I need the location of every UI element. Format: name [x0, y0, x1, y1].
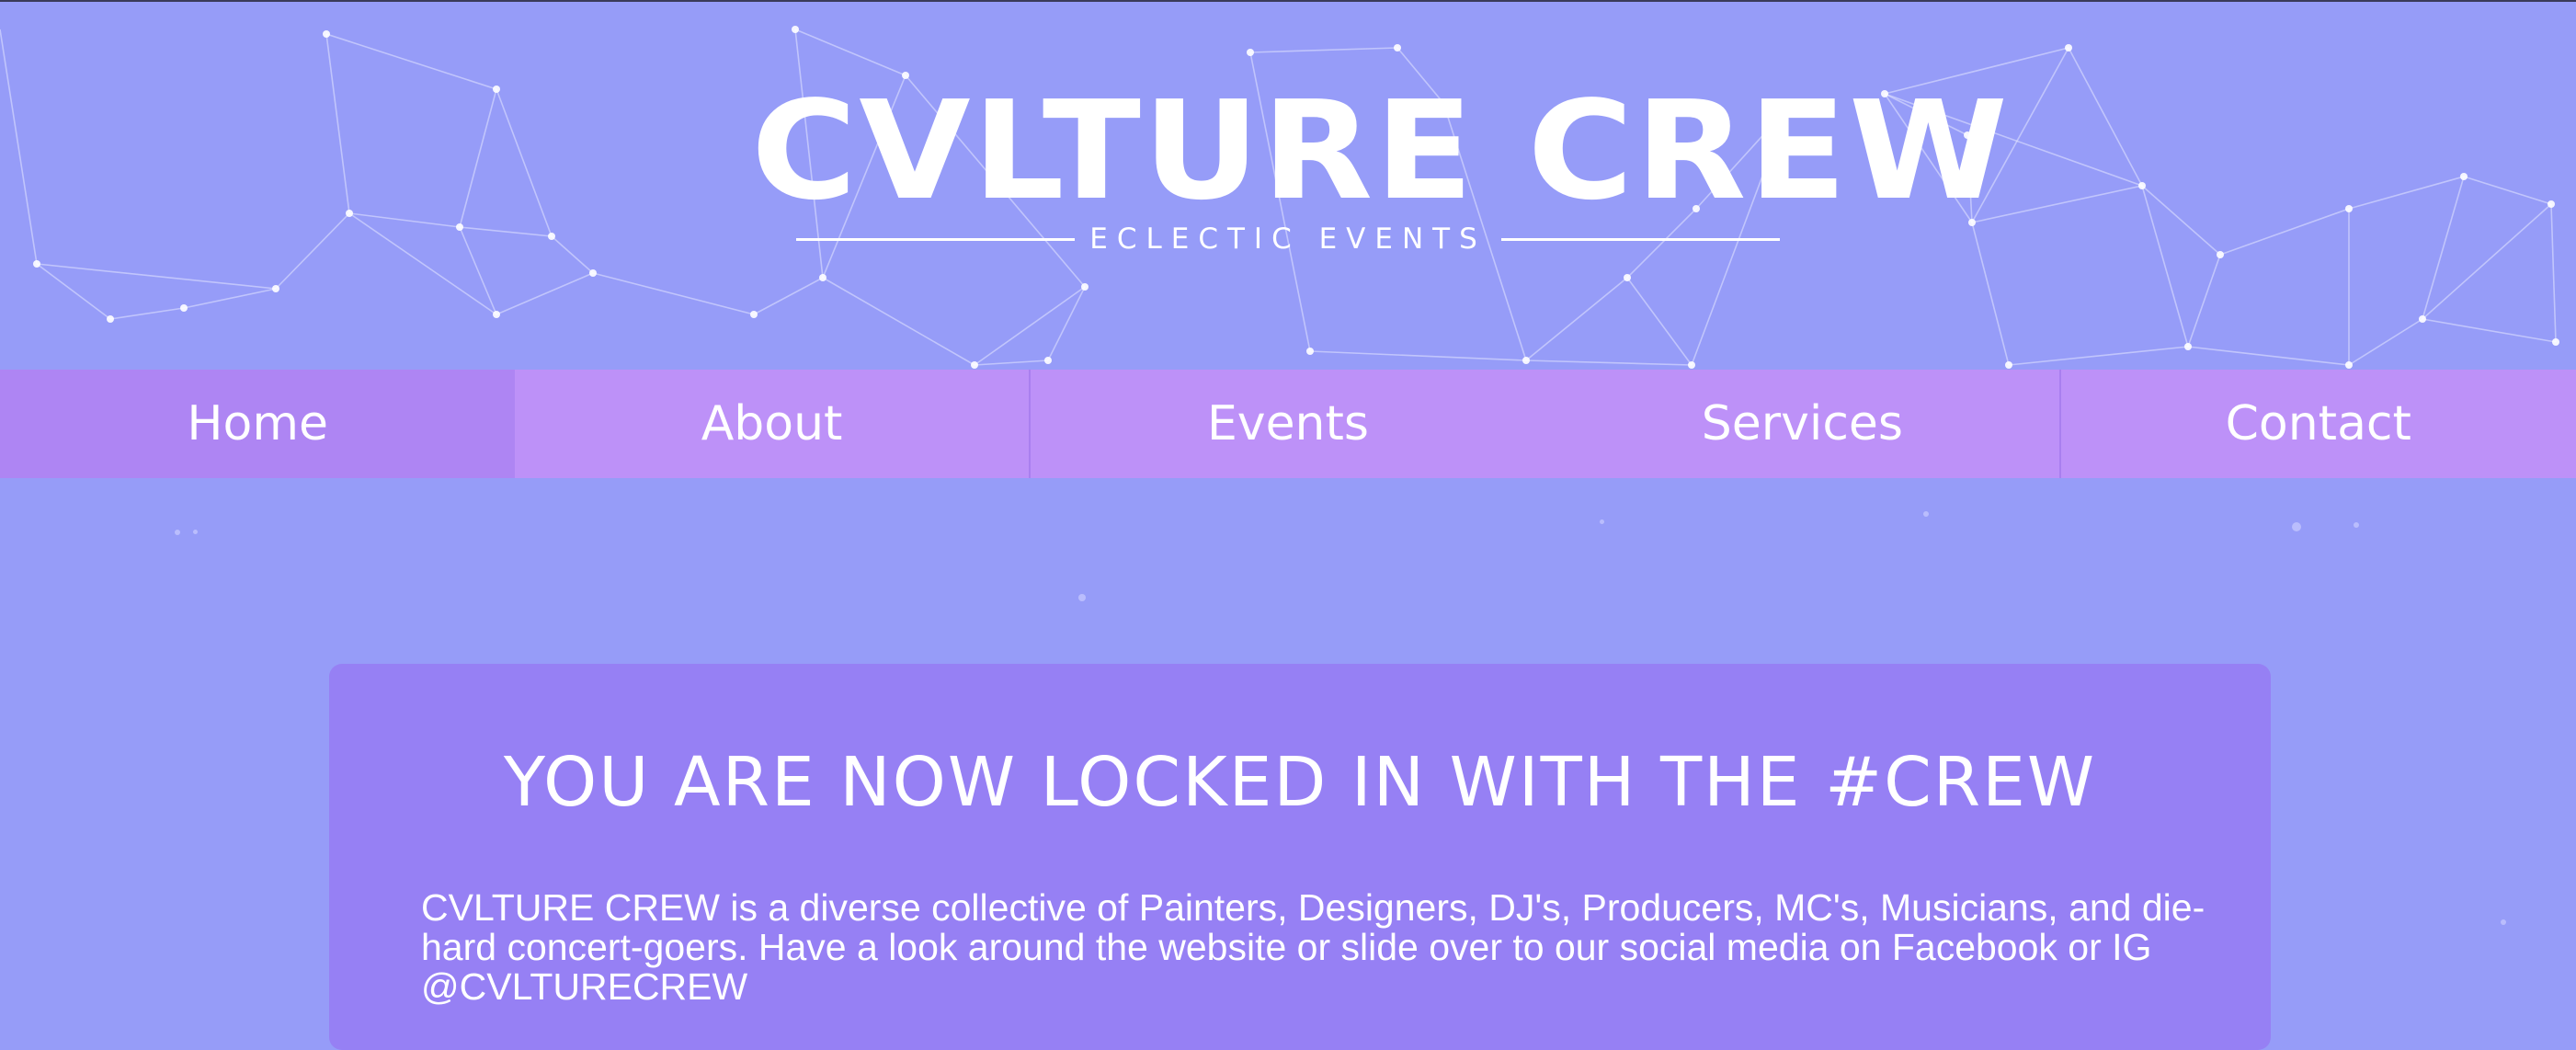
nav-item-home[interactable]: Home	[0, 370, 516, 478]
nav-item-about[interactable]: About	[515, 370, 1031, 478]
logo-rule-right	[1500, 237, 1780, 241]
site-header: CVLTURE CREW ECLECTIC EVENTS	[0, 2, 2576, 370]
logo-subtitle-text: ECLECTIC EVENTS	[1089, 223, 1487, 256]
welcome-heading: YOU ARE NOW LOCKED IN WITH THE #CREW	[503, 743, 2097, 822]
nav-item-contact[interactable]: Contact	[2061, 370, 2576, 478]
background-particle	[1600, 519, 1604, 524]
nav-item-events[interactable]: Events	[1031, 370, 1545, 478]
logo-subtitle: ECLECTIC EVENTS	[796, 219, 1780, 259]
logo-rule-left	[796, 237, 1076, 241]
logo-title: CVLTURE CREW	[751, 72, 2011, 230]
background-particle	[1923, 511, 1929, 517]
background-particle	[2354, 522, 2359, 528]
background-particle	[2501, 919, 2506, 925]
welcome-panel: YOU ARE NOW LOCKED IN WITH THE #CREW CVL…	[329, 664, 2271, 1050]
background-particle	[193, 530, 198, 534]
background-particle	[2292, 522, 2301, 531]
nav-item-services[interactable]: Services	[1545, 370, 2061, 478]
welcome-text: CVLTURE CREW is a diverse collective of …	[421, 886, 2206, 1008]
background-particle	[175, 530, 180, 535]
background-particle	[1078, 594, 1086, 601]
site-logo[interactable]: CVLTURE CREW ECLECTIC EVENTS	[751, 83, 2008, 265]
main-navigation: Home About Events Services Contact	[0, 370, 2576, 478]
